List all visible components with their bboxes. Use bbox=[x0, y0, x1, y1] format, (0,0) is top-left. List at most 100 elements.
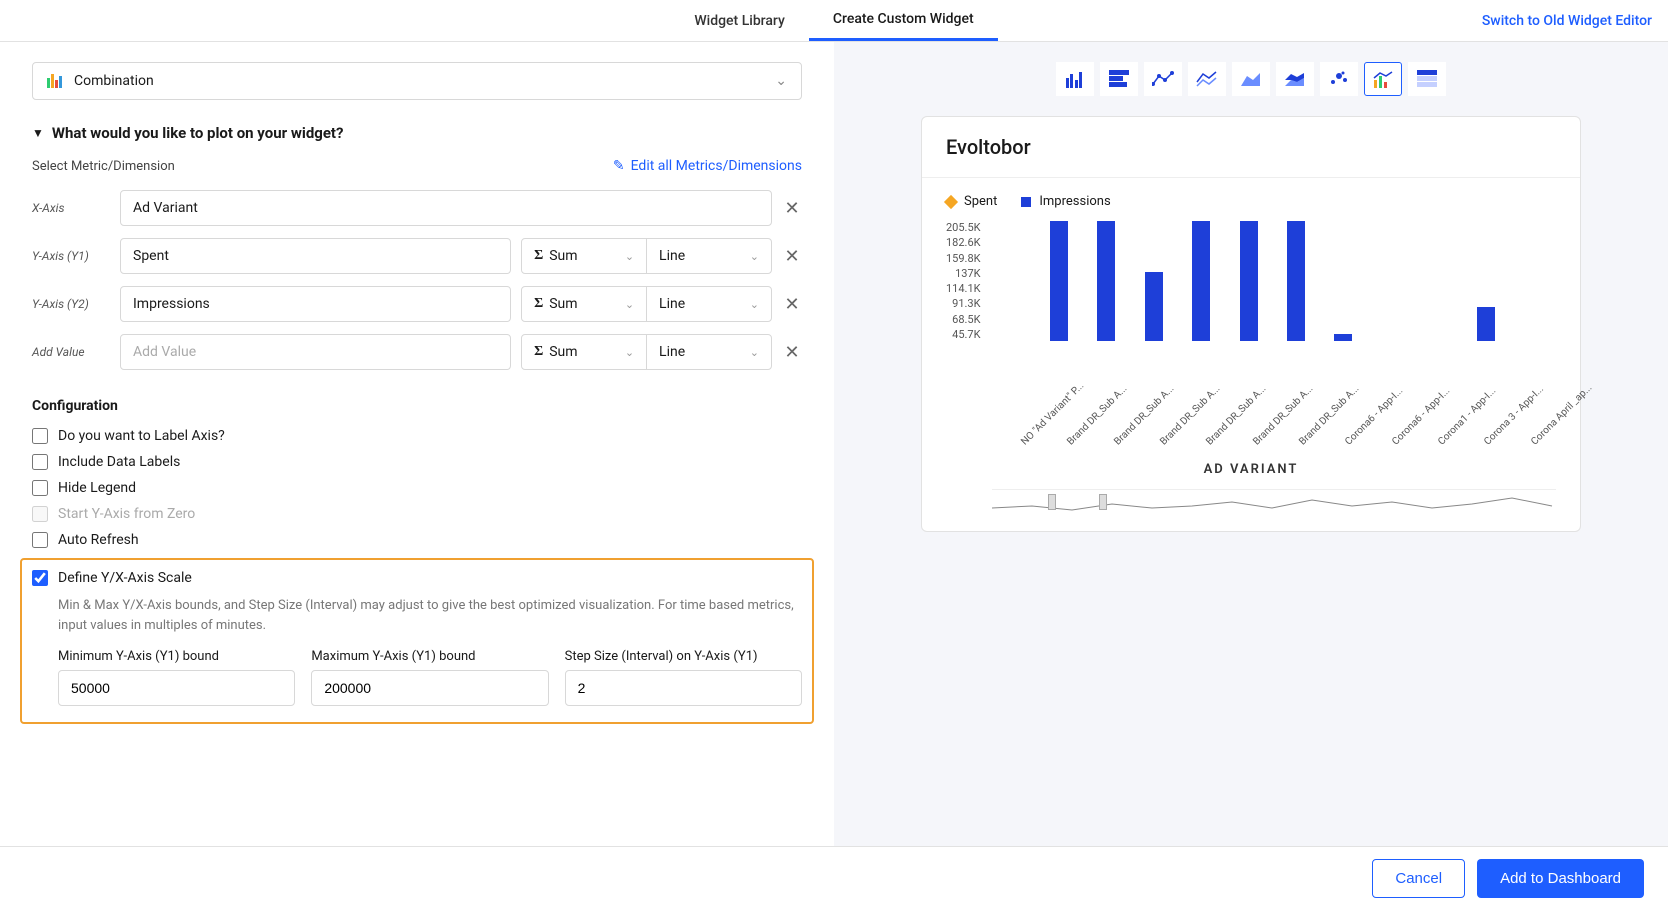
axis-scale-highlight: Define Y/X-Axis Scale Min & Max Y/X-Axis… bbox=[20, 558, 814, 724]
tab-widget-library[interactable]: Widget Library bbox=[670, 2, 809, 40]
stacked-bar-icon[interactable] bbox=[1100, 62, 1138, 96]
x-tick-label: Brand DR_Sub A... bbox=[1066, 427, 1087, 448]
hide-legend-checkbox[interactable] bbox=[32, 480, 48, 496]
chevron-down-icon: ⌄ bbox=[775, 73, 787, 89]
caret-down-icon: ▼ bbox=[32, 126, 44, 140]
add-value-render-select[interactable]: Line⌄ bbox=[647, 335, 771, 369]
select-metric-label: Select Metric/Dimension bbox=[32, 159, 175, 174]
preview-panel: Evoltobor Spent Impressions 205.5K 182.6… bbox=[834, 42, 1668, 852]
add-value-label: Add Value bbox=[32, 345, 110, 359]
add-value-agg-select[interactable]: ΣSum⌄ bbox=[522, 335, 647, 369]
label-axis-checkbox[interactable] bbox=[32, 428, 48, 444]
configuration-title: Configuration bbox=[32, 398, 802, 414]
range-slider[interactable] bbox=[992, 489, 1556, 513]
chart-type-label: Combination bbox=[74, 73, 154, 89]
bar bbox=[1240, 221, 1258, 341]
chart-bars bbox=[989, 221, 1556, 341]
y2-agg-select[interactable]: ΣSum⌄ bbox=[522, 287, 647, 321]
x-tick-label: Corona6 - App-I... bbox=[1390, 427, 1411, 448]
max-y1-input[interactable] bbox=[311, 670, 548, 706]
bar bbox=[1145, 272, 1163, 341]
min-y1-input[interactable] bbox=[58, 670, 295, 706]
chart-title: Evoltobor bbox=[922, 117, 1580, 178]
y-axis-ticks: 205.5K 182.6K 159.8K 137K 114.1K 91.3K 6… bbox=[946, 221, 989, 341]
x-axis-labels: NO "Ad Variant" P...Brand DR_Sub A...Bra… bbox=[922, 397, 1580, 414]
combo-chart-icon[interactable] bbox=[1364, 62, 1402, 96]
line-chart-icon[interactable] bbox=[1144, 62, 1182, 96]
bar bbox=[1477, 307, 1495, 341]
step-y1-label: Step Size (Interval) on Y-Axis (Y1) bbox=[565, 649, 802, 664]
impressions-legend-icon bbox=[1021, 197, 1031, 207]
range-handle-right[interactable] bbox=[1099, 494, 1107, 510]
y1-agg-select[interactable]: ΣSum⌄ bbox=[522, 239, 647, 273]
chart-type-icons bbox=[1056, 62, 1446, 96]
remove-x-axis[interactable]: ✕ bbox=[782, 198, 802, 219]
stacked-area-icon[interactable] bbox=[1276, 62, 1314, 96]
config-start-zero: Start Y-Axis from Zero bbox=[32, 506, 802, 522]
define-scale-checkbox[interactable] bbox=[32, 570, 48, 586]
x-tick-label: Brand DR_Sub A... bbox=[1112, 427, 1133, 448]
config-label-axis[interactable]: Do you want to Label Axis? bbox=[32, 428, 802, 444]
y1-axis-label: Y-Axis (Y1) bbox=[32, 249, 110, 263]
bar bbox=[1192, 221, 1210, 341]
x-tick-label: Corona1 - App-I... bbox=[1436, 427, 1457, 448]
multi-line-icon[interactable] bbox=[1188, 62, 1226, 96]
chart-legend: Spent Impressions bbox=[922, 178, 1580, 217]
y1-metric-field[interactable]: Spent bbox=[120, 238, 511, 274]
x-tick-label: Corona 3 - App-I... bbox=[1483, 427, 1504, 448]
x-tick-label: Corona April _ap... bbox=[1529, 427, 1550, 448]
x-tick-label: Corona6 - App-I... bbox=[1344, 427, 1365, 448]
add-to-dashboard-button[interactable]: Add to Dashboard bbox=[1477, 859, 1644, 898]
config-auto-refresh[interactable]: Auto Refresh bbox=[32, 532, 802, 548]
remove-y1[interactable]: ✕ bbox=[782, 246, 802, 267]
y2-axis-label: Y-Axis (Y2) bbox=[32, 297, 110, 311]
header-tabs: Widget Library Create Custom Widget Swit… bbox=[0, 0, 1668, 42]
x-tick-label: Brand DR_Sub A... bbox=[1205, 427, 1226, 448]
x-tick-label: Brand DR_Sub A... bbox=[1297, 427, 1318, 448]
scatter-chart-icon[interactable] bbox=[1320, 62, 1358, 96]
y2-metric-field[interactable]: Impressions bbox=[120, 286, 511, 322]
table-icon[interactable] bbox=[1408, 62, 1446, 96]
bar bbox=[1287, 221, 1305, 341]
config-data-labels[interactable]: Include Data Labels bbox=[32, 454, 802, 470]
x-axis-label: X-Axis bbox=[32, 201, 110, 215]
data-labels-checkbox[interactable] bbox=[32, 454, 48, 470]
bar bbox=[1097, 221, 1115, 341]
pencil-icon: ✎ bbox=[613, 158, 625, 174]
chart-type-dropdown[interactable]: Combination ⌄ bbox=[32, 62, 802, 100]
add-value-field[interactable]: Add Value bbox=[120, 334, 511, 370]
x-tick-label: NO "Ad Variant" P... bbox=[1019, 427, 1040, 448]
tab-create-custom[interactable]: Create Custom Widget bbox=[809, 0, 998, 41]
remove-add-value[interactable]: ✕ bbox=[782, 342, 802, 363]
min-y1-label: Minimum Y-Axis (Y1) bound bbox=[58, 649, 295, 664]
config-panel: Combination ⌄ ▼ What would you like to p… bbox=[0, 42, 834, 852]
bar bbox=[1334, 334, 1352, 341]
plot-section-header[interactable]: ▼ What would you like to plot on your wi… bbox=[32, 124, 802, 142]
y1-render-select[interactable]: Line⌄ bbox=[647, 239, 771, 273]
start-zero-checkbox bbox=[32, 506, 48, 522]
auto-refresh-checkbox[interactable] bbox=[32, 532, 48, 548]
x-axis-field[interactable]: Ad Variant bbox=[120, 190, 772, 226]
cancel-button[interactable]: Cancel bbox=[1372, 859, 1465, 898]
max-y1-label: Maximum Y-Axis (Y1) bound bbox=[311, 649, 548, 664]
switch-old-editor-link[interactable]: Switch to Old Widget Editor bbox=[1482, 13, 1652, 29]
combo-chart-icon bbox=[47, 74, 62, 88]
chart-preview-card: Evoltobor Spent Impressions 205.5K 182.6… bbox=[921, 116, 1581, 532]
bar bbox=[1050, 221, 1068, 341]
y2-render-select[interactable]: Line⌄ bbox=[647, 287, 771, 321]
range-handle-left[interactable] bbox=[1048, 494, 1056, 510]
remove-y2[interactable]: ✕ bbox=[782, 294, 802, 315]
plot-section-title: What would you like to plot on your widg… bbox=[52, 124, 344, 142]
config-hide-legend[interactable]: Hide Legend bbox=[32, 480, 802, 496]
footer: Cancel Add to Dashboard bbox=[0, 846, 1668, 910]
x-tick-label: Brand DR_Sub A... bbox=[1251, 427, 1272, 448]
edit-all-metrics-link[interactable]: ✎ Edit all Metrics/Dimensions bbox=[613, 158, 802, 174]
x-tick-label: Brand DR_Sub A... bbox=[1158, 427, 1179, 448]
x-axis-title: AD VARIANT bbox=[922, 462, 1580, 477]
config-define-scale[interactable]: Define Y/X-Axis Scale bbox=[32, 570, 802, 586]
bar-chart-icon[interactable] bbox=[1056, 62, 1094, 96]
step-y1-input[interactable] bbox=[565, 670, 802, 706]
spent-legend-icon bbox=[944, 194, 958, 208]
area-chart-icon[interactable] bbox=[1232, 62, 1270, 96]
scale-description: Min & Max Y/X-Axis bounds, and Step Size… bbox=[58, 596, 802, 635]
